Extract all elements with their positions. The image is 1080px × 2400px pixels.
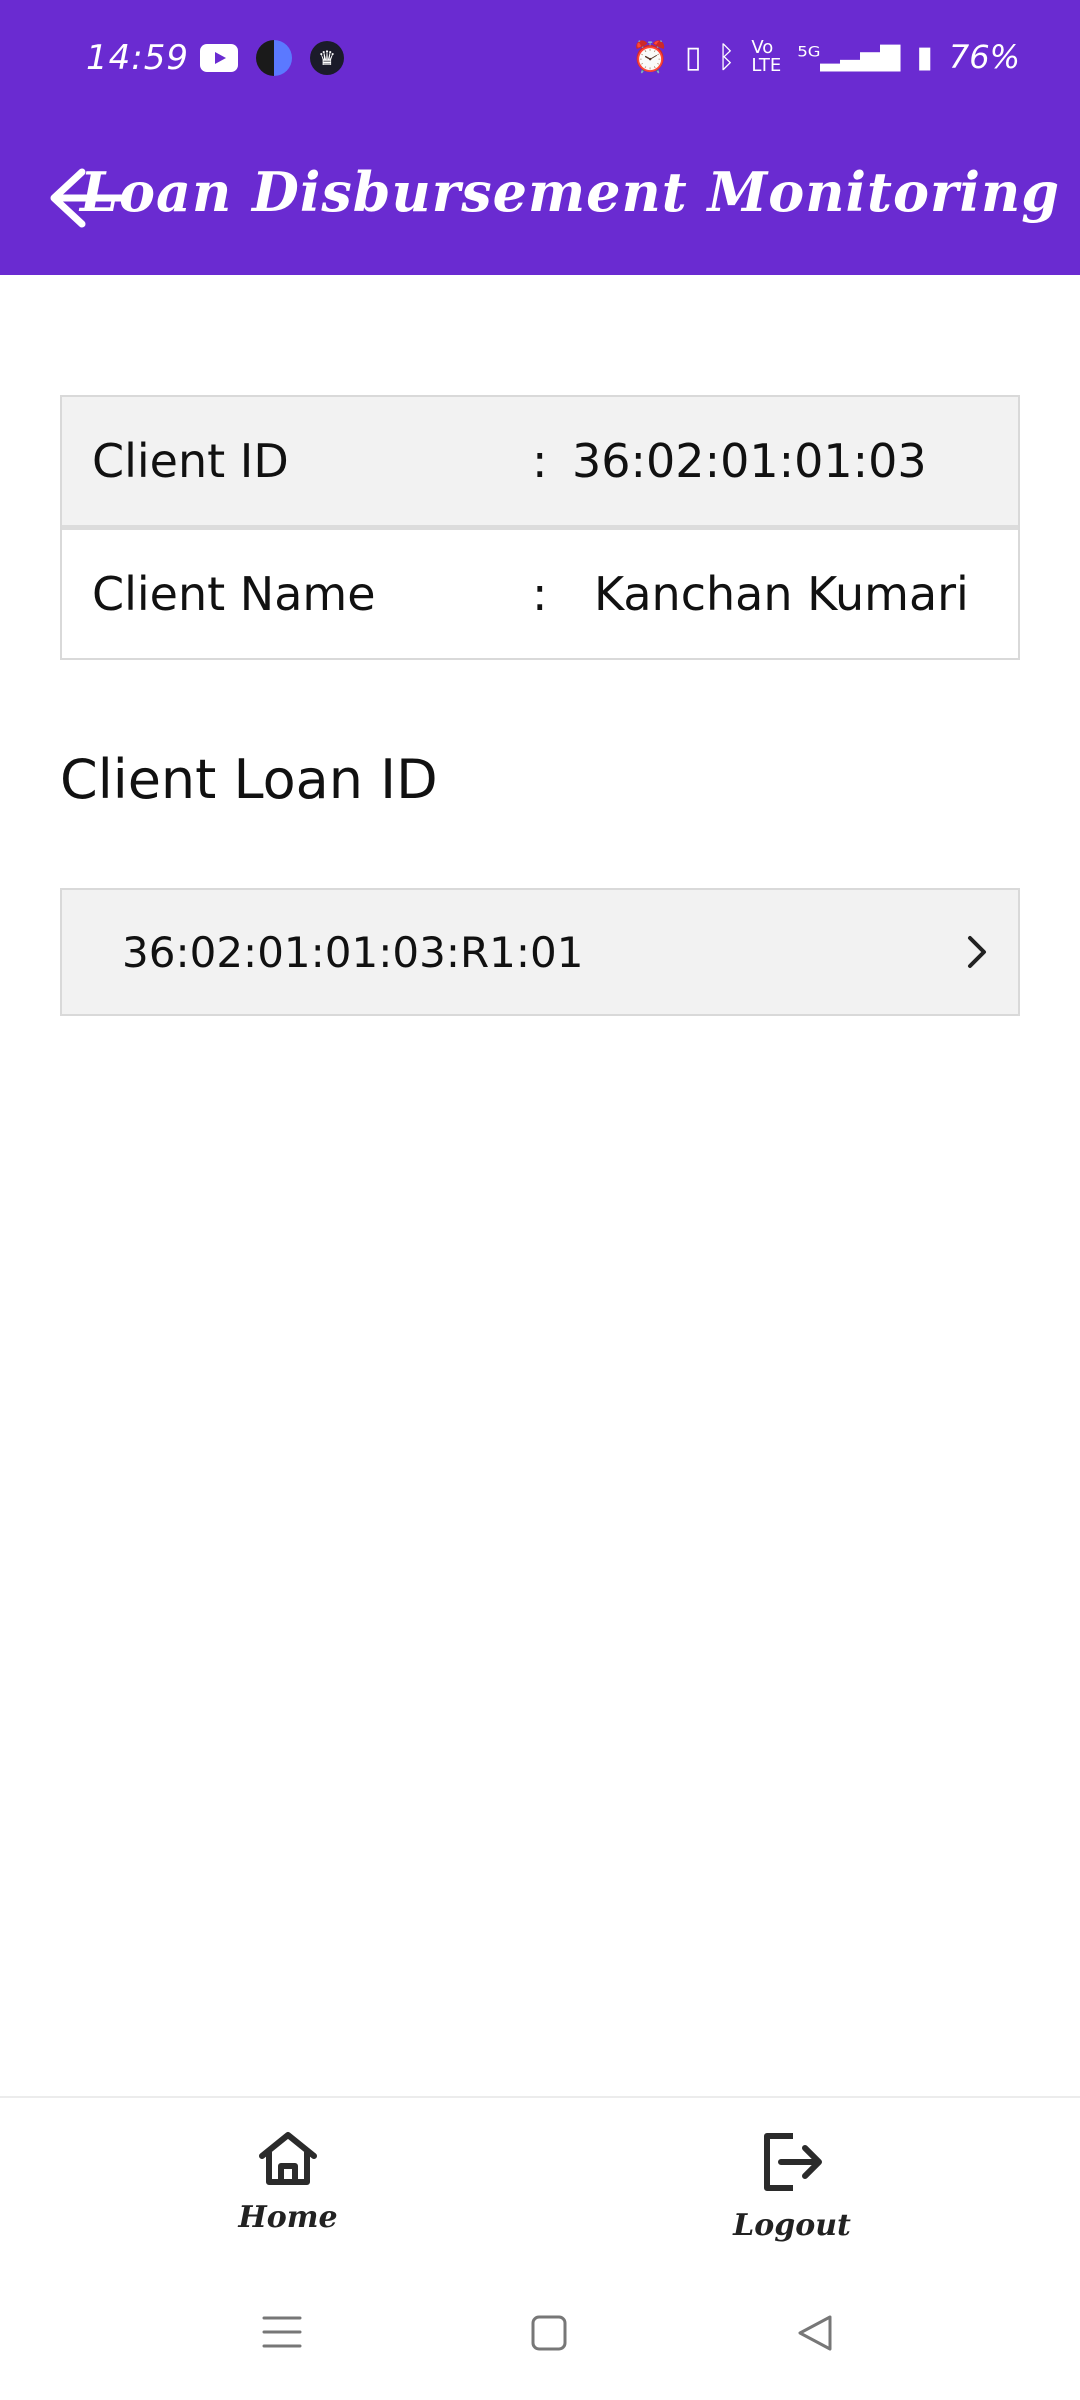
nav-logout-button[interactable]: Logout (692, 2130, 892, 2243)
client-id-row: Client ID : 36:02:01:01:03 (62, 397, 1018, 530)
alarm-icon: ⏰ (631, 39, 669, 75)
home-icon (259, 2132, 317, 2185)
status-icons-right: ⏰ ▯ ᛒ Vo LTE ⁵ᴳ▂▃▅▇ ▮ 76% (631, 38, 1020, 76)
menu-icon[interactable] (262, 2314, 302, 2350)
nav-home-button[interactable]: Home (188, 2130, 388, 2235)
crown-icon: ♛ (310, 41, 344, 75)
battery-icon: ▮ (916, 39, 933, 75)
client-id-colon: : (532, 434, 548, 488)
battery-percent: 76% (948, 38, 1020, 76)
app-icon (256, 40, 292, 76)
5g-signal-icon: ⁵ᴳ▂▃▅▇ (797, 42, 901, 72)
chevron-right-icon (968, 936, 986, 968)
status-icons-left: ♛ (200, 40, 344, 76)
nav-home-label: Home (238, 2200, 338, 2235)
app-bar: Loan Disbursement Monitoring (0, 120, 1080, 275)
client-name-row: Client Name : Kanchan Kumari (62, 530, 1018, 658)
system-navigation-bar (0, 2266, 1080, 2400)
client-id-label: Client ID (92, 434, 289, 488)
back-triangle-icon[interactable] (796, 2314, 834, 2352)
client-loan-id-heading: Client Loan ID (60, 748, 438, 811)
loan-id-text: 36:02:01:01:03:R1:01 (122, 927, 584, 977)
bluetooth-icon: ᛒ (717, 39, 736, 75)
bottom-navigation: Home Logout (0, 2096, 1080, 2268)
home-square-icon[interactable] (530, 2314, 568, 2352)
status-time: 14:59 (86, 38, 189, 78)
client-name-value: Kanchan Kumari (594, 567, 969, 621)
status-bar: 14:59 ♛ ⏰ ▯ ᛒ Vo LTE ⁵ᴳ▂▃▅▇ ▮ 76% (0, 0, 1080, 120)
list-item[interactable]: 36:02:01:01:03:R1:01 (60, 888, 1020, 1016)
vibrate-icon: ▯ (684, 39, 702, 75)
client-id-value: 36:02:01:01:03 (572, 434, 927, 488)
client-name-colon: : (532, 567, 548, 621)
page-title: Loan Disbursement Monitoring (79, 160, 1060, 224)
youtube-icon (200, 44, 238, 72)
client-name-label: Client Name (92, 567, 376, 621)
volte-icon: Vo LTE (751, 37, 782, 76)
nav-logout-label: Logout (733, 2208, 851, 2243)
client-info-table: Client ID : 36:02:01:01:03 Client Name :… (60, 395, 1020, 660)
logout-icon (764, 2133, 822, 2191)
